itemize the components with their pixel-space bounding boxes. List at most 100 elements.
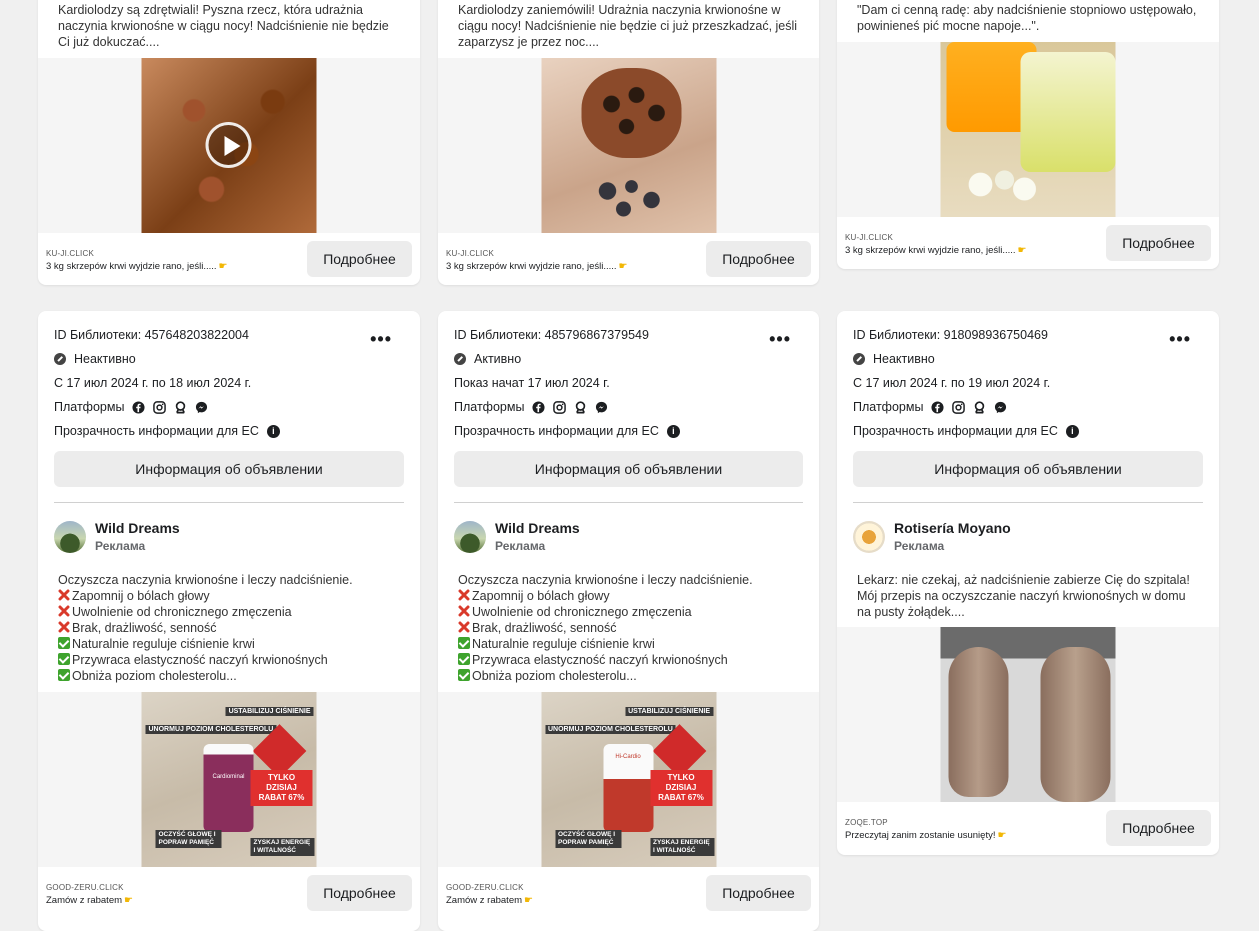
garlic-drink-image[interactable]: [940, 42, 1116, 217]
link-domain: GOOD-ZERU.CLICK: [446, 883, 524, 892]
ad-media[interactable]: [438, 58, 819, 233]
ad-details-button[interactable]: Информация об объявлении: [454, 451, 803, 487]
ad-body-text: Kardiolodzy są zdrętwiali! Pyszna rzecz,…: [58, 3, 389, 49]
more-options-icon[interactable]: •••: [769, 329, 791, 350]
advertiser-header[interactable]: Wild Dreams Реклама: [454, 520, 580, 553]
advertiser-header[interactable]: Rotisería Moyano Реклама: [853, 520, 1011, 553]
learn-more-button[interactable]: Подробнее: [1106, 810, 1211, 846]
library-id: ID Библиотеки: 918098936750469: [853, 328, 1048, 342]
instagram-icon: [952, 400, 966, 414]
ad-library-card-3: ID Библиотеки: 918098936750469 Неактивно…: [837, 311, 1219, 855]
link-description: 3 kg skrzepów krwi wyjdzie rano, jeśli..…: [845, 245, 1027, 256]
more-options-icon[interactable]: •••: [1169, 329, 1191, 350]
banner-text-cholesterol: UNORMUJ POZIOM CHOLESTEROLU: [545, 725, 676, 734]
ad-body-text: Oczyszcza naczynia krwionośne i leczy na…: [438, 572, 819, 684]
lotus-seed-pod-image[interactable]: [541, 58, 716, 233]
avatar[interactable]: [454, 520, 486, 553]
supplement-banner-image[interactable]: USTABILIZUJ CIŚNIENIE UNORMUJ POZIOM CHO…: [141, 692, 317, 867]
audience-network-icon: [975, 400, 985, 413]
pointing-hand-icon: ☛: [524, 895, 533, 906]
ad-body-text: Kardiolodzy zaniemówili! Udrażnia naczyn…: [458, 3, 798, 49]
supplement-banner-image[interactable]: USTABILIZUJ CIŚNIENIE UNORMUJ POZIOM CHO…: [541, 692, 716, 867]
more-options-icon[interactable]: •••: [370, 329, 392, 350]
banner-text-top: USTABILIZUJ CIŚNIENIE: [225, 707, 314, 716]
ad-text-line: Przywraca elastyczność naczyń krwionośny…: [58, 652, 400, 668]
advertiser-name[interactable]: Wild Dreams: [495, 520, 580, 536]
learn-more-button[interactable]: Подробнее: [307, 875, 412, 911]
eu-transparency-label: Прозрачность информации для ЕС: [853, 424, 1058, 438]
ad-text-line: Oczyszcza naczynia krwionośne i leczy na…: [58, 573, 353, 587]
banner-text-top: USTABILIZUJ CIŚNIENIE: [625, 707, 713, 716]
date-range: Показ начат 17 июл 2024 г.: [454, 376, 610, 390]
ad-body-text: Lekarz: nie czekaj, aż nadciśnienie zabi…: [857, 573, 1190, 619]
ad-details-button[interactable]: Информация об объявлении: [853, 451, 1203, 487]
ad-text-line: Zapomnij o bólach głowy: [458, 588, 799, 604]
learn-more-button[interactable]: Подробнее: [706, 241, 811, 277]
audience-network-icon: [576, 400, 586, 413]
advertiser-header[interactable]: Wild Dreams Реклама: [54, 520, 180, 553]
status-icon: [454, 353, 466, 365]
status-text: Активно: [474, 352, 522, 366]
learn-more-button[interactable]: Подробнее: [1106, 225, 1211, 261]
swollen-arms-image[interactable]: [940, 627, 1116, 802]
pointing-hand-icon: ☛: [618, 261, 628, 272]
learn-more-button[interactable]: Подробнее: [706, 875, 811, 911]
facebook-icon: [132, 400, 145, 414]
facebook-icon: [931, 400, 944, 414]
ad-details-button[interactable]: Информация об объявлении: [54, 451, 404, 487]
eu-transparency-row[interactable]: Прозрачность информации для ЕС i: [54, 419, 404, 443]
red-x-icon: [58, 589, 70, 601]
ad-body-text: "Dam ci cenną radę: aby nadciśnienie sto…: [857, 3, 1197, 33]
product-bottle: Cardiominal: [203, 744, 254, 832]
ad-footer: GOOD-ZERU.CLICK Zamów z rabatem ☛ Подробн…: [38, 867, 420, 919]
link-description: Zamów z rabatem ☛: [46, 895, 133, 906]
divider: [454, 502, 803, 503]
eu-transparency-row[interactable]: Прозрачность информации для ЕС i: [454, 419, 803, 443]
status-icon: [54, 353, 66, 365]
ad-media[interactable]: [837, 42, 1219, 217]
platforms-label: Платформы: [853, 400, 924, 414]
flax-seeds-video-thumbnail[interactable]: [141, 58, 317, 233]
info-icon[interactable]: i: [666, 424, 680, 438]
info-icon[interactable]: i: [1065, 424, 1079, 438]
platforms-label: Платформы: [54, 400, 125, 414]
ad-card-top-3: "Dam ci cenną radę: aby nadciśnienie sto…: [837, 0, 1219, 269]
ad-text-line: Obniża poziom cholesterolu...: [58, 668, 400, 684]
ad-library-card-2: ID Библиотеки: 485796867379549 Активно П…: [438, 311, 819, 931]
advertiser-name[interactable]: Wild Dreams: [95, 520, 180, 536]
link-domain: GOOD-ZERU.CLICK: [46, 883, 124, 892]
ad-media[interactable]: USTABILIZUJ CIŚNIENIE UNORMUJ POZIOM CHO…: [38, 692, 420, 867]
avatar[interactable]: [54, 520, 86, 553]
ad-metadata: ID Библиотеки: 485796867379549 Активно П…: [454, 323, 803, 443]
red-x-icon: [458, 621, 470, 633]
ad-media[interactable]: [38, 58, 420, 233]
ad-footer: ZOQE.TOP Przeczytaj zanim zostanie usuni…: [837, 802, 1219, 854]
eu-transparency-row[interactable]: Прозрачность информации для ЕС i: [853, 419, 1203, 443]
status-row: Неактивно: [54, 347, 404, 371]
advertiser-name[interactable]: Rotisería Moyano: [894, 520, 1011, 536]
red-x-icon: [458, 605, 470, 617]
info-icon[interactable]: i: [266, 424, 280, 438]
sponsored-label: Реклама: [95, 539, 146, 553]
instagram-icon: [553, 400, 567, 414]
ad-footer: KU-JI.CLICK 3 kg skrzepów krwi wyjdzie r…: [837, 217, 1219, 269]
library-id: ID Библиотеки: 485796867379549: [454, 328, 649, 342]
learn-more-button[interactable]: Подробнее: [307, 241, 412, 277]
avatar[interactable]: [853, 520, 885, 553]
ad-body-text: Oczyszcza naczynia krwionośne i leczy na…: [38, 572, 420, 684]
ad-media[interactable]: [837, 627, 1219, 802]
discount-badge: TYLKO DZISIAJ RABAT 67%: [650, 770, 712, 806]
ad-text-line: Naturalnie reguluje ciśnienie krwi: [58, 636, 400, 652]
ad-text-line: Brak, drażliwość, senność: [458, 620, 799, 636]
pointing-hand-icon: ☛: [1017, 245, 1027, 256]
eu-transparency-label: Прозрачность информации для ЕС: [454, 424, 659, 438]
ad-card-top-1: Kardiolodzy są zdrętwiali! Pyszna rzecz,…: [38, 0, 420, 285]
divider: [54, 502, 404, 503]
library-id: ID Библиотеки: 457648203822004: [54, 328, 249, 342]
ad-media[interactable]: USTABILIZUJ CIŚNIENIE UNORMUJ POZIOM CHO…: [438, 692, 819, 867]
status-icon: [853, 353, 865, 365]
link-description: 3 kg skrzepów krwi wyjdzie rano, jeśli..…: [46, 261, 228, 272]
play-icon[interactable]: [205, 122, 252, 168]
ad-footer: KU-JI.CLICK 3 kg skrzepów krwi wyjdzie r…: [38, 233, 420, 285]
ad-footer: GOOD-ZERU.CLICK Zamów z rabatem ☛ Подробн…: [438, 867, 819, 919]
